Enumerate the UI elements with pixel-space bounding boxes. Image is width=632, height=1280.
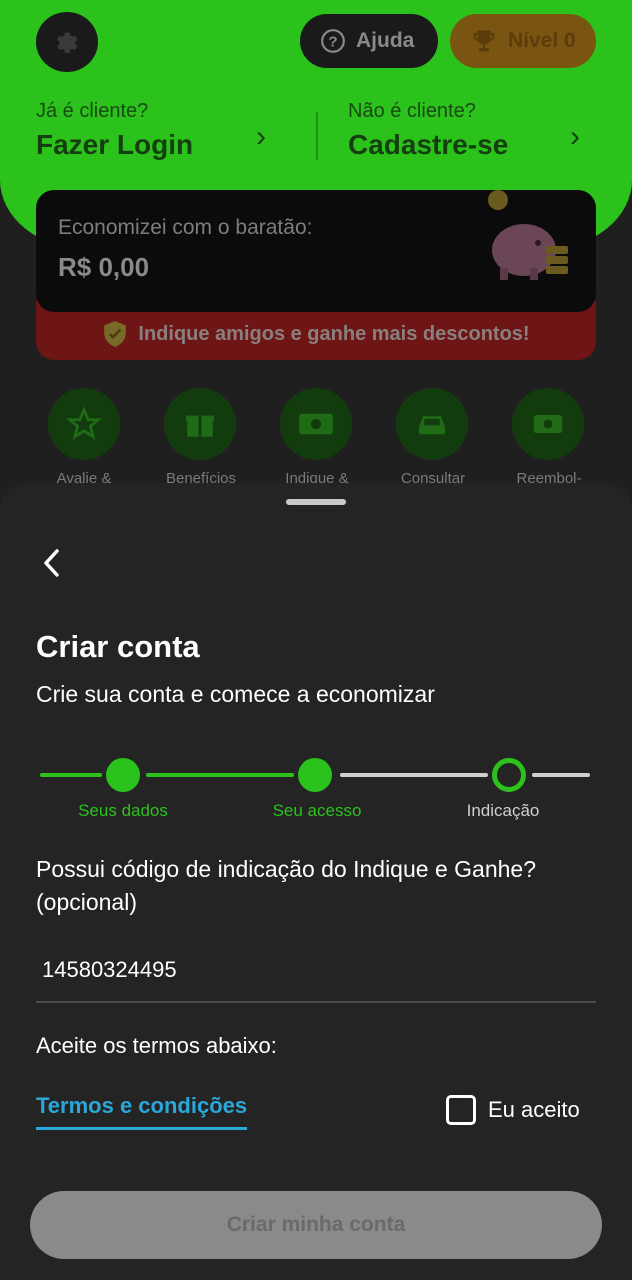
refund-icon <box>533 415 563 433</box>
step-line <box>146 773 294 777</box>
trophy-icon <box>473 30 495 52</box>
status-strip <box>0 0 632 8</box>
signup-action: Cadastre-se <box>348 129 509 160</box>
shortcuts-row: Avalie & Benefícios Indique & Consultar … <box>36 388 616 488</box>
shield-icon <box>104 321 127 347</box>
savings-amount: R$ 0,00 <box>58 252 150 282</box>
step-line <box>40 773 102 777</box>
level-label: Nível 0 <box>508 29 576 52</box>
accept-checkbox[interactable] <box>446 1095 476 1125</box>
level-button[interactable]: Nível 0 <box>450 14 596 68</box>
shortcut-consultar[interactable] <box>396 388 468 460</box>
step-label: Seus dados <box>78 801 168 820</box>
page-subtitle: Crie sua conta e comece a economizar <box>36 681 435 707</box>
drag-handle[interactable] <box>286 499 346 505</box>
savings-card: Economizei com o baratão: R$ 0,00 <box>36 190 596 312</box>
page-title: Criar conta <box>36 629 200 664</box>
settings-button[interactable] <box>36 12 98 72</box>
chevron-left-icon <box>44 549 59 577</box>
svg-text:?: ? <box>328 33 337 50</box>
car-icon <box>419 416 445 435</box>
back-button[interactable] <box>32 543 72 583</box>
create-account-sheet: Criar conta Crie sua conta e comece a ec… <box>0 483 632 1280</box>
shortcut-avalie[interactable] <box>48 388 120 460</box>
step-line <box>532 773 590 777</box>
help-label: Ajuda <box>356 29 415 52</box>
referral-code-input[interactable] <box>36 939 596 1003</box>
money-icon <box>299 413 333 435</box>
piggy-bank-icon <box>488 190 568 280</box>
accept-label: Eu aceito <box>488 1097 580 1122</box>
star-icon <box>67 407 101 440</box>
chevron-right-icon: › <box>256 120 266 153</box>
help-button[interactable]: ? Ajuda <box>300 14 438 68</box>
signup-link[interactable]: Não é cliente? Cadastre-se <box>348 100 508 161</box>
help-icon: ? <box>321 29 345 53</box>
chevron-right-icon: › <box>570 120 580 153</box>
savings-label: Economizei com o baratão: <box>58 216 313 239</box>
step-label: Indicação <box>466 801 540 820</box>
step-dot-done <box>106 758 140 792</box>
divider <box>316 112 318 160</box>
account-row: Já é cliente? Fazer Login › Não é client… <box>36 100 596 170</box>
terms-link[interactable]: Termos e condições <box>36 1093 248 1130</box>
gift-icon <box>185 415 215 437</box>
shortcut-indique[interactable] <box>280 388 352 460</box>
step-label: Seu acesso <box>272 801 362 820</box>
step-dot-current <box>492 758 526 792</box>
create-account-button[interactable]: Criar minha conta <box>30 1191 602 1259</box>
shortcut-beneficios[interactable] <box>164 388 236 460</box>
login-action: Fazer Login <box>36 129 194 160</box>
shortcut-reembolso[interactable] <box>512 388 584 460</box>
step-dot-done <box>298 758 332 792</box>
login-question: Já é cliente? <box>36 100 149 122</box>
progress-stepper: Seus dados Seu acesso Indicação <box>0 753 632 823</box>
referral-question: Possui código de indicação do Indique e … <box>36 856 536 915</box>
accept-terms-toggle[interactable]: Eu aceito <box>446 1095 580 1125</box>
signup-question: Não é cliente? <box>348 100 476 122</box>
login-link[interactable]: Já é cliente? Fazer Login <box>36 100 193 161</box>
step-line <box>340 773 488 777</box>
terms-heading: Aceite os termos abaixo: <box>36 1033 277 1058</box>
referral-text: Indique amigos e ganhe mais descontos! <box>138 322 530 345</box>
gear-icon <box>57 32 78 54</box>
